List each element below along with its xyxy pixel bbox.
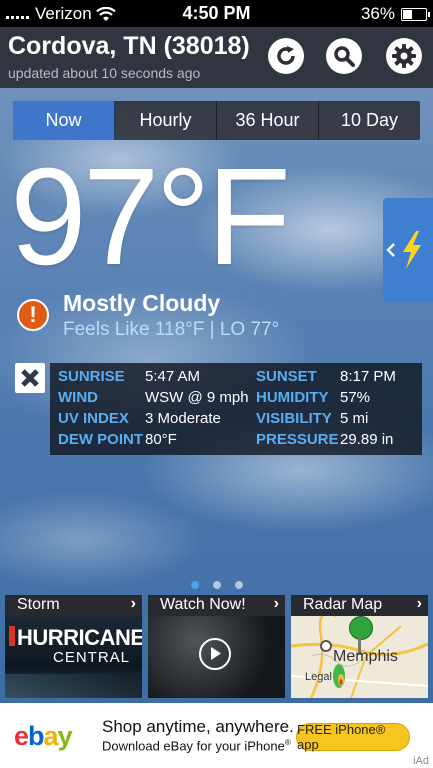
chevron-right-icon: › <box>130 595 136 612</box>
map-legal-link[interactable]: Legal <box>305 671 332 683</box>
watch-now-card[interactable]: Watch Now! › <box>148 595 285 698</box>
watch-card-title: Watch Now! <box>160 596 246 613</box>
gear-icon <box>392 44 416 68</box>
dew-point-value: 80°F <box>145 431 177 448</box>
status-bar: Verizon 4:50 PM 36% <box>0 0 433 27</box>
card-header: Watch Now! › <box>148 595 285 616</box>
refresh-icon <box>277 46 295 65</box>
pressure-value: 29.89 in <box>340 431 394 448</box>
play-triangle <box>211 647 221 660</box>
location-pin-icon <box>349 616 373 640</box>
sunrise-value: 5:47 AM <box>145 368 201 385</box>
search-icon <box>334 46 355 67</box>
settings-button[interactable] <box>386 38 422 74</box>
current-temperature: 97°F <box>10 140 291 294</box>
search-button[interactable] <box>326 38 362 74</box>
storm-card-title: Storm <box>17 596 60 613</box>
card-header: Storm › <box>5 595 142 616</box>
forecast-tabs: Now Hourly 36 Hour 10 Day <box>13 101 420 140</box>
page-dot[interactable] <box>234 581 243 589</box>
chevron-right-icon: › <box>273 595 279 612</box>
wind-label: WIND <box>58 389 98 406</box>
sunset-label: SUNSET <box>256 368 317 385</box>
ebay-logo: ebay <box>14 721 73 751</box>
visibility-label: VISIBILITY <box>256 410 332 427</box>
location-header: Cordova, TN (38018) updated about 10 sec… <box>0 27 433 88</box>
iad-banner[interactable]: ebay Shop anytime, anywhere. Download eB… <box>0 703 433 768</box>
page-dot[interactable] <box>190 581 199 589</box>
tab-36-hour[interactable]: 36 Hour <box>217 101 319 140</box>
close-details-button[interactable] <box>15 363 45 393</box>
radar-card-title: Radar Map <box>303 596 383 613</box>
chevron-right-icon: › <box>416 595 422 612</box>
chevron-left-icon <box>386 243 395 257</box>
ad-headline: Shop anytime, anywhere. <box>102 717 294 736</box>
uv-index-label: UV INDEX <box>58 410 129 427</box>
refresh-button[interactable] <box>268 38 304 74</box>
radar-map-card[interactable]: Radar Map › Memphis Legal <box>291 595 428 698</box>
update-timestamp: updated about 10 seconds ago <box>8 65 201 81</box>
details-row: SUNRISE 5:47 AM SUNSET 8:17 PM <box>50 366 422 387</box>
red-marker <box>9 626 15 646</box>
video-thumbnail <box>148 616 285 698</box>
page-dot[interactable] <box>212 581 221 589</box>
sunrise-label: SUNRISE <box>58 368 125 385</box>
feels-like-text: Feels Like 118°F | LO 77° <box>63 319 280 340</box>
hurricane-text: HURRICANE <box>17 625 142 650</box>
alerts-drawer-tab[interactable] <box>383 198 433 302</box>
storm-card[interactable]: Storm › HURRICANE CENTRAL <box>5 595 142 698</box>
tab-10-day[interactable]: 10 Day <box>319 101 420 140</box>
dew-point-label: DEW POINT <box>58 431 143 448</box>
lightning-icon <box>403 231 421 269</box>
central-text: CENTRAL <box>53 649 131 666</box>
storm-thumbnail: HURRICANE CENTRAL <box>5 616 142 698</box>
uv-index-value: 3 Moderate <box>145 410 221 427</box>
page-indicator[interactable] <box>0 581 433 589</box>
battery-percent: 36% <box>360 4 395 23</box>
details-row: DEW POINT 80°F PRESSURE 29.89 in <box>50 429 422 450</box>
play-icon[interactable] <box>199 638 231 670</box>
iad-tag: iAd <box>413 755 429 767</box>
alert-exclamation-icon[interactable]: ! <box>17 299 49 331</box>
city-marker-icon <box>320 640 332 652</box>
weather-details-panel: SUNRISE 5:47 AM SUNSET 8:17 PM WIND WSW … <box>50 363 422 455</box>
tab-hourly[interactable]: Hourly <box>115 101 217 140</box>
visibility-value: 5 mi <box>340 410 369 427</box>
details-row: WIND WSW @ 9 mph HUMIDITY 57% <box>50 387 422 408</box>
pressure-label: PRESSURE <box>256 431 339 448</box>
wind-value: WSW @ 9 mph <box>145 389 249 406</box>
ad-subtext: Download eBay for your iPhone® <box>102 738 291 754</box>
map-city-label: Memphis <box>333 648 398 665</box>
storm-scene <box>5 674 142 698</box>
radar-map-thumbnail: Memphis Legal <box>291 616 428 698</box>
details-row: UV INDEX 3 Moderate VISIBILITY 5 mi <box>50 408 422 429</box>
humidity-value: 57% <box>340 389 371 406</box>
tab-now[interactable]: Now <box>13 101 115 140</box>
ad-cta-button[interactable]: FREE iPhone® app <box>296 722 410 752</box>
battery-status: 36% <box>360 4 430 24</box>
close-icon <box>21 369 39 387</box>
card-header: Radar Map › <box>291 595 428 616</box>
humidity-label: HUMIDITY <box>256 389 329 406</box>
location-name[interactable]: Cordova, TN (38018) <box>8 32 250 61</box>
sunset-value: 8:17 PM <box>340 368 396 385</box>
battery-icon <box>401 7 430 21</box>
condition-text: Mostly Cloudy <box>63 290 221 316</box>
